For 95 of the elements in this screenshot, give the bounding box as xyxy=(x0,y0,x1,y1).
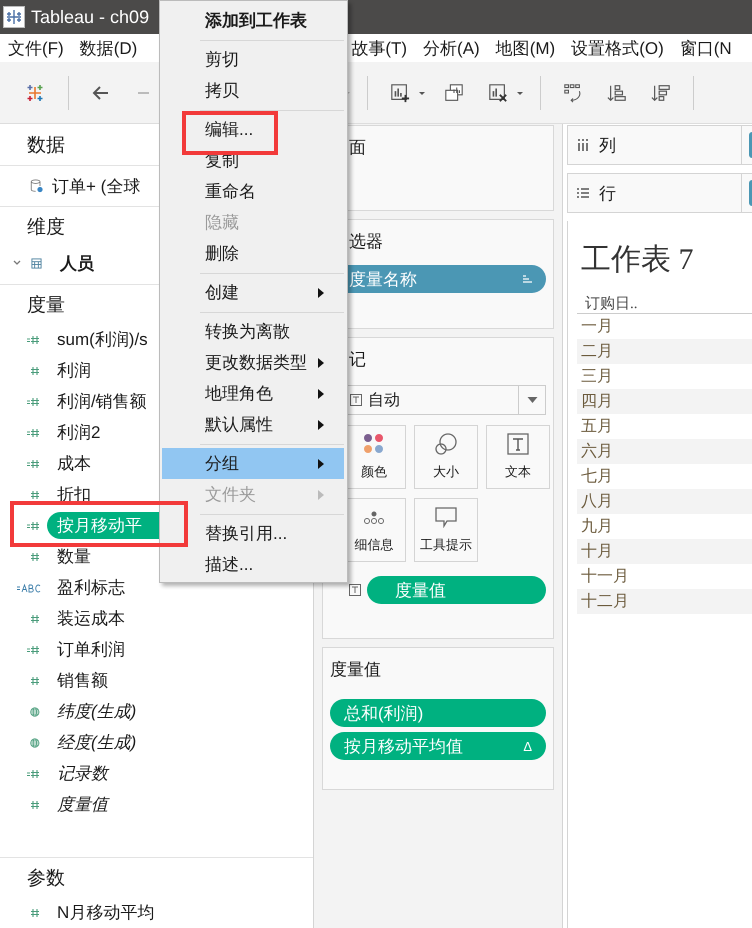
panel-title: 选器 xyxy=(348,231,383,253)
calculated-text-icon xyxy=(17,582,41,592)
menu-item[interactable]: 重命名 xyxy=(162,176,344,207)
new-sheet-icon[interactable] xyxy=(390,82,410,102)
caret-icon xyxy=(526,397,538,403)
field-item[interactable]: 纬度(生成) xyxy=(47,698,146,725)
field-item[interactable]: 销售额 xyxy=(47,667,118,694)
folder-name[interactable]: 人员 xyxy=(60,252,94,274)
row-header: 七月 xyxy=(581,466,613,487)
menu-bar-item[interactable]: 文件(F) xyxy=(8,36,64,60)
submenu-arrow-icon xyxy=(318,420,324,430)
datasource-name[interactable]: 订单+ (全球 xyxy=(52,174,140,198)
menu-item[interactable]: 更改数据类型 xyxy=(162,347,344,378)
menu-item[interactable]: 描述... xyxy=(162,549,344,580)
field-item[interactable]: 利润/销售额 xyxy=(47,388,157,415)
section-title: 参数 xyxy=(27,866,65,890)
calculated-number-icon xyxy=(27,768,41,778)
menu-item[interactable]: 转换为离散 xyxy=(162,316,344,347)
field-item[interactable]: 记录数 xyxy=(47,760,118,787)
table-icon xyxy=(31,258,42,268)
marks-button[interactable]: 文本 xyxy=(486,425,550,489)
calculated-number-icon xyxy=(27,458,41,468)
text-icon xyxy=(507,433,529,455)
row-header: 三月 xyxy=(581,367,613,387)
row-header: 六月 xyxy=(581,442,613,462)
panel-title: 面 xyxy=(348,137,366,159)
menu-bar-item[interactable]: 分析(A) xyxy=(423,36,480,60)
row-header: 五月 xyxy=(581,417,613,437)
menu-bar-item[interactable]: 设置格式(O) xyxy=(571,36,664,60)
submenu-arrow-icon xyxy=(318,458,324,468)
field-item[interactable]: 经度(生成) xyxy=(47,729,146,756)
swap-icon[interactable] xyxy=(563,82,583,102)
field-item[interactable]: 度量值 xyxy=(47,791,118,818)
submenu-arrow-icon xyxy=(318,388,324,398)
marks-button[interactable]: 工具提示 xyxy=(414,498,478,562)
color-dots-icon xyxy=(363,433,385,455)
speech-bubble-icon xyxy=(435,506,457,528)
columns-icon xyxy=(577,139,589,151)
submenu-arrow-icon xyxy=(318,288,324,298)
rows-shelf[interactable]: 行 xyxy=(567,173,752,213)
field-item[interactable]: 利润 xyxy=(47,357,101,384)
row-header: 八月 xyxy=(581,492,613,512)
window-title: Tableau - ch09 xyxy=(31,6,150,28)
parameter-item[interactable]: N月移动平均 xyxy=(47,899,164,926)
sort-icon xyxy=(522,275,532,283)
columns-shelf[interactable]: 列 xyxy=(567,125,752,165)
column-header[interactable]: 订购日.. xyxy=(585,296,638,312)
panel-title: 记 xyxy=(348,349,366,371)
row-header: 九月 xyxy=(581,516,613,537)
database-icon xyxy=(30,179,43,193)
sort-descending-icon[interactable] xyxy=(651,82,671,102)
section-title: 度量 xyxy=(27,294,65,318)
menu-item[interactable]: 分组 xyxy=(162,448,344,479)
shelf-pill[interactable] xyxy=(749,180,752,206)
field-item[interactable]: 数量 xyxy=(47,543,101,570)
app-icon xyxy=(3,6,25,28)
submenu-arrow-icon xyxy=(318,358,324,368)
clear-sheet-icon[interactable] xyxy=(488,82,508,102)
submenu-arrow-icon xyxy=(318,490,324,500)
sort-ascending-icon[interactable] xyxy=(607,82,627,102)
shelf-pill[interactable] xyxy=(749,132,752,158)
row-header: 十二月 xyxy=(581,592,629,612)
field-item[interactable]: 装运成本 xyxy=(47,605,135,632)
row-header: 一月 xyxy=(581,317,613,337)
pane-title: 数据 xyxy=(27,134,65,158)
row-header: 二月 xyxy=(581,342,613,362)
field-item[interactable]: 成本 xyxy=(47,450,101,477)
calculated-number-icon xyxy=(27,644,41,654)
menu-bar-item[interactable]: 数据(D) xyxy=(80,36,138,60)
field-item[interactable]: sum(利润)/s xyxy=(47,326,158,353)
menu-bar-item[interactable]: 故事(T) xyxy=(351,36,408,60)
calculated-number-icon xyxy=(27,428,41,438)
text-mark-icon xyxy=(350,394,362,406)
row-header: 十一月 xyxy=(581,566,629,587)
field-item[interactable]: 订单利润 xyxy=(47,636,135,663)
sheet-title: 工作表 7 xyxy=(580,242,694,278)
text-mark-icon xyxy=(349,584,361,596)
row-header: 十月 xyxy=(581,542,613,562)
field-item[interactable]: 盈利标志 xyxy=(47,574,135,601)
field-item[interactable]: 利润2 xyxy=(47,419,110,446)
menu-bar-item[interactable]: 地图(M) xyxy=(496,36,556,60)
calculated-number-icon xyxy=(27,520,41,530)
menu-bar-item[interactable]: 窗口(N xyxy=(680,36,732,60)
row-header: 四月 xyxy=(581,392,613,412)
section-title: 维度 xyxy=(27,216,65,240)
menu-item[interactable]: 剪切 xyxy=(162,44,344,75)
size-circles-icon xyxy=(435,433,457,455)
calculated-number-icon xyxy=(27,334,41,344)
menu-item[interactable]: 添加到工作表 xyxy=(162,5,344,36)
panel-title: 度量值 xyxy=(330,659,381,681)
duplicate-sheet-icon[interactable] xyxy=(444,82,464,102)
rows-icon xyxy=(577,187,589,199)
calculated-number-icon xyxy=(27,396,41,406)
menu-item[interactable]: 拷贝 xyxy=(162,75,344,106)
marks-button[interactable]: 大小 xyxy=(414,425,478,489)
